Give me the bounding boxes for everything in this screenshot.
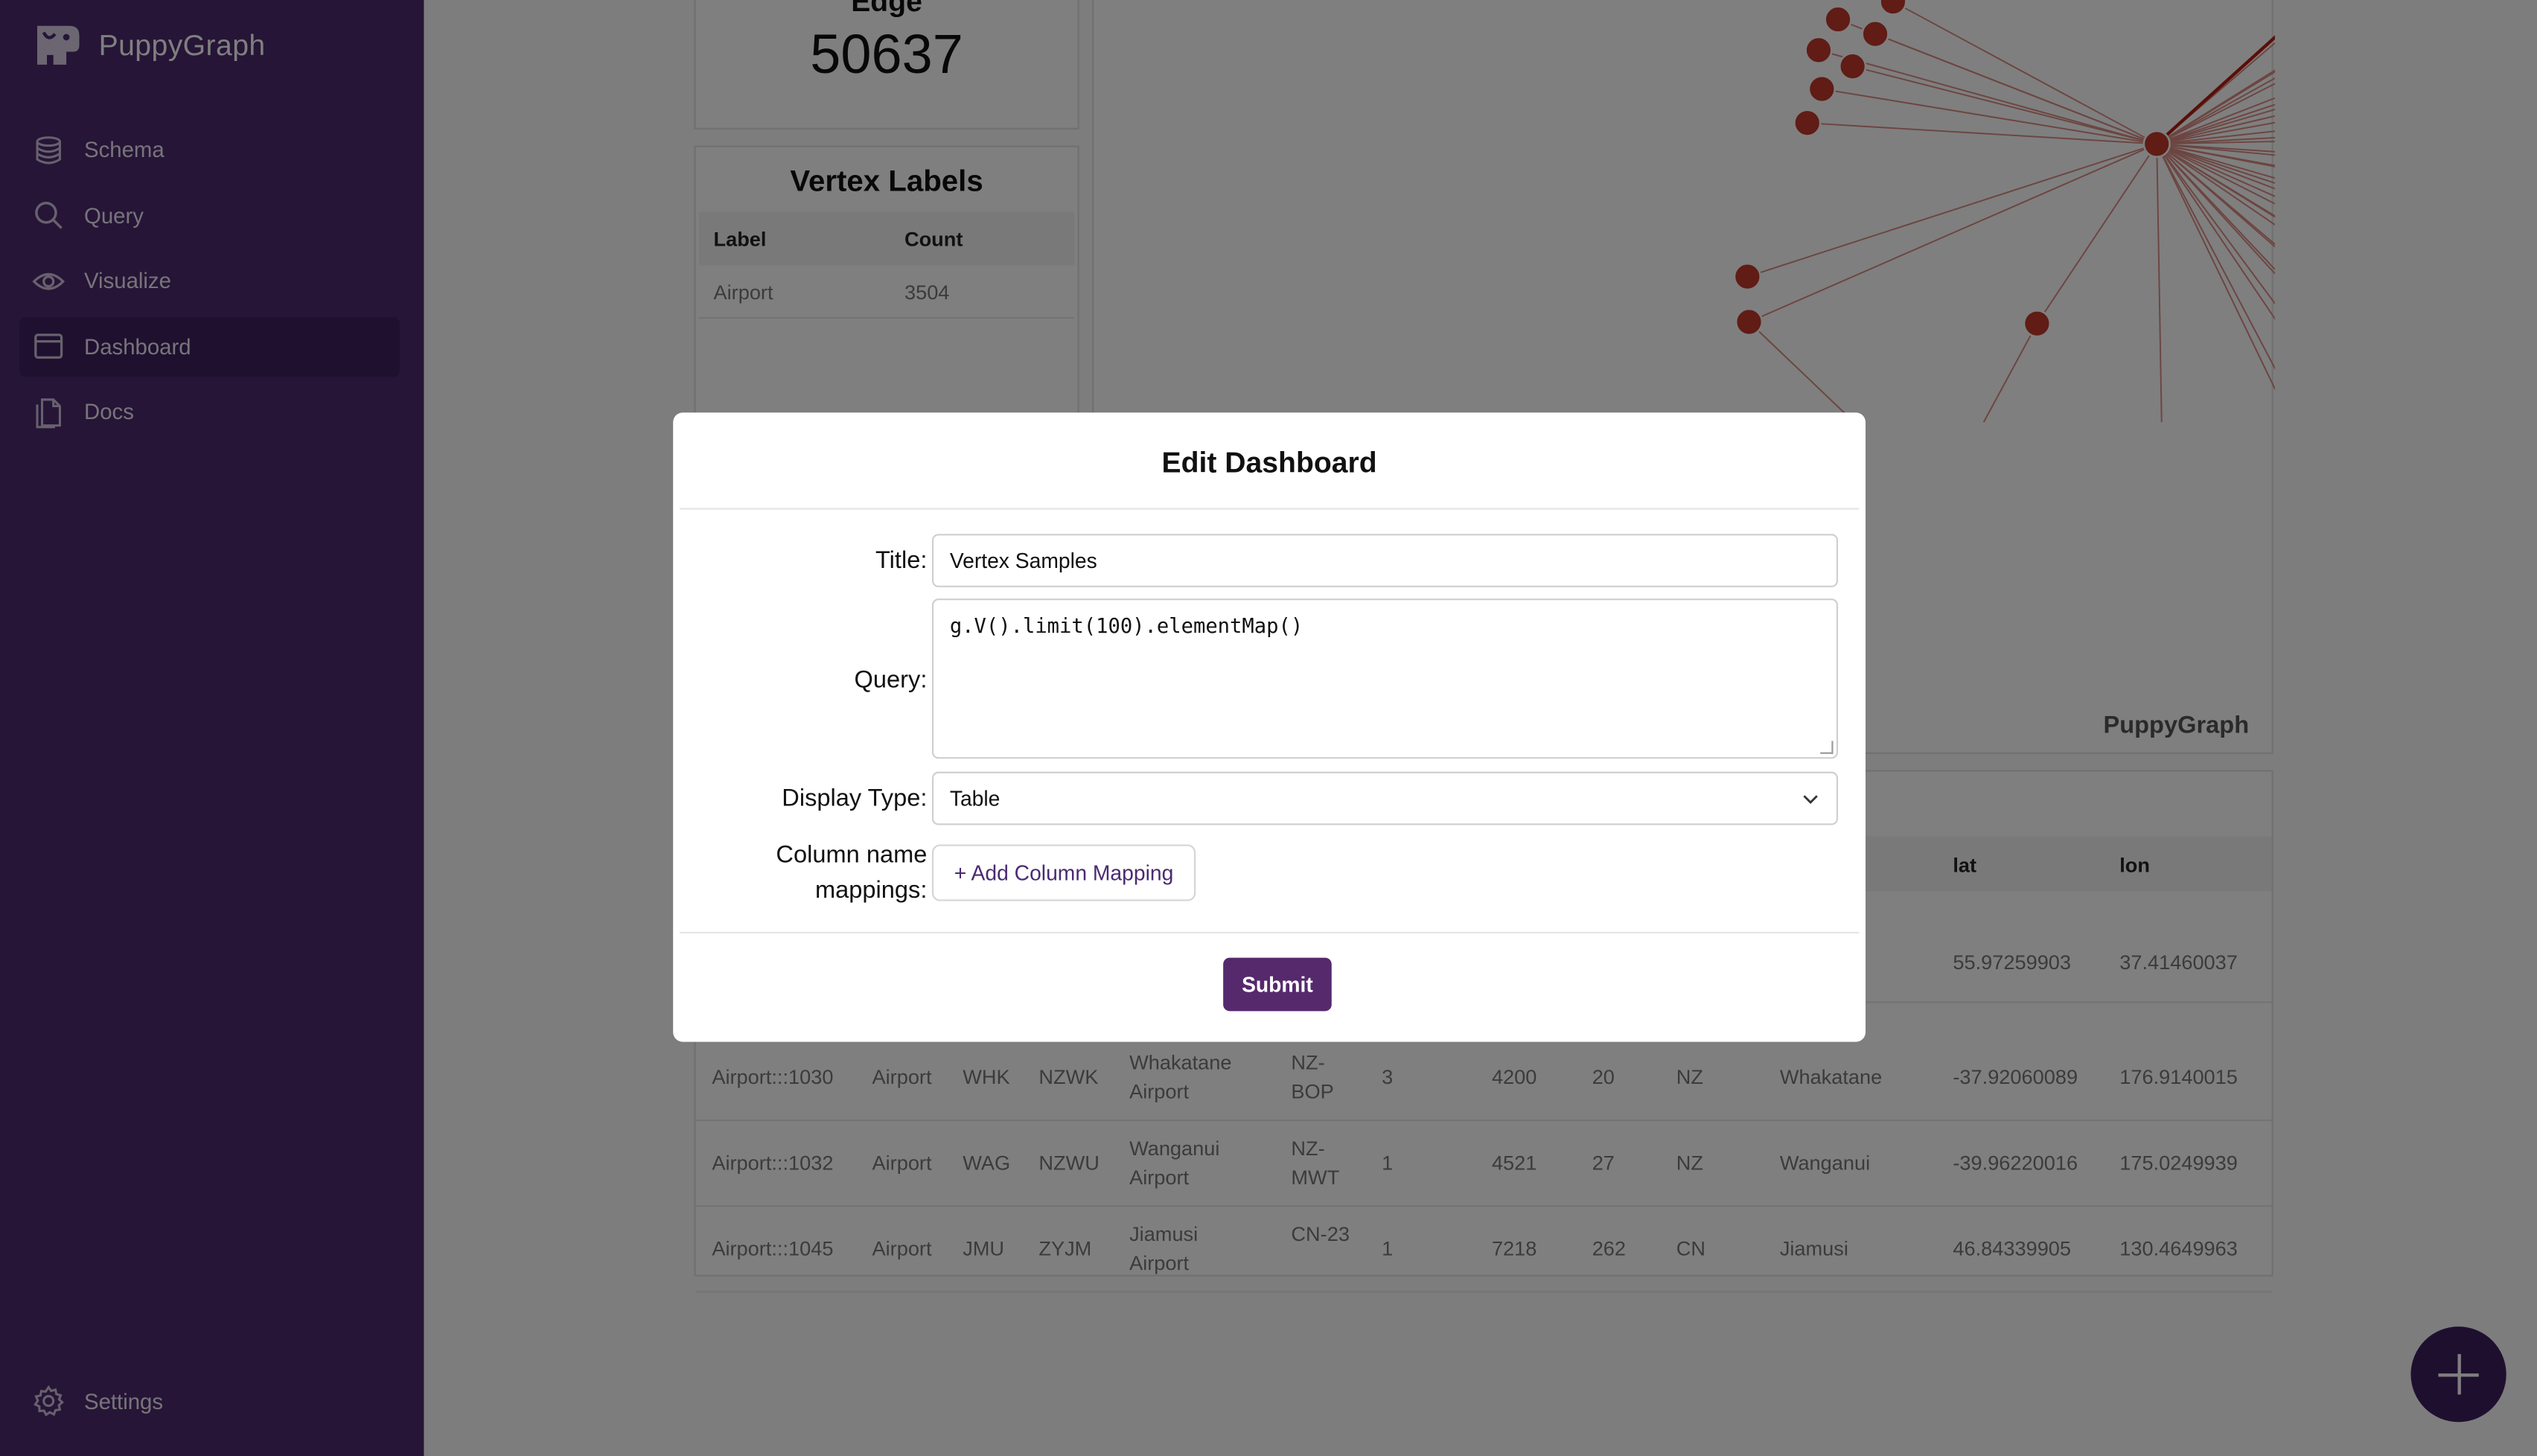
column-mapping-label-line1: Column name [776, 841, 928, 869]
resize-handle-icon[interactable] [1820, 741, 1834, 754]
submit-button[interactable]: Submit [1223, 957, 1332, 1012]
column-mapping-label-line2: mappings: [814, 876, 928, 904]
add-column-mapping-button[interactable]: + Add Column Mapping [931, 844, 1196, 901]
title-input[interactable]: Vertex Samples [931, 534, 1839, 587]
display-type-value: Table [949, 786, 1001, 811]
query-textarea[interactable]: g.V().limit(100).elementMap() [931, 598, 1839, 759]
display-type-label: Display Type: [782, 785, 928, 813]
modal-title: Edit Dashboard [1161, 446, 1377, 479]
divider [679, 508, 1860, 510]
query-text: g.V().limit(100).elementMap() [949, 613, 1303, 638]
chevron-down-icon [1803, 795, 1818, 804]
edit-dashboard-modal: Edit Dashboard Title: Vertex Samples Que… [673, 412, 1866, 1042]
divider [679, 931, 1860, 934]
title-label: Title: [875, 546, 928, 575]
display-type-select[interactable]: Table [931, 771, 1839, 826]
query-label: Query: [854, 666, 928, 695]
